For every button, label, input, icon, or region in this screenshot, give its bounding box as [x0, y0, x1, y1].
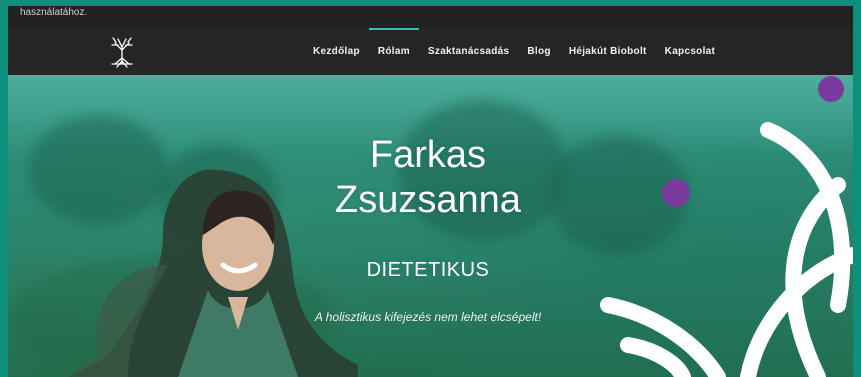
hero-banner: Farkas Zsuzsanna DIETETIKUS A holisztiku… — [8, 75, 853, 377]
main-navigation: Kezdőlap Rólam Szaktanácsadás Blog Héjak… — [304, 28, 724, 75]
nav-item-biobolt[interactable]: Héjakút Biobolt — [560, 28, 656, 75]
cookie-notice-text: használatához. — [20, 7, 88, 18]
nav-item-blog[interactable]: Blog — [518, 28, 559, 75]
decorative-dot — [818, 76, 844, 102]
hero-subtitle: DIETETIKUS — [366, 259, 490, 281]
nav-item-szaktanacsadas[interactable]: Szaktanácsadás — [419, 28, 518, 75]
decorative-dot — [662, 179, 690, 207]
home-logo-link[interactable] — [104, 34, 140, 70]
site-header: Kezdőlap Rólam Szaktanácsadás Blog Héjak… — [8, 28, 853, 75]
decorative-branch-graphic — [600, 76, 853, 377]
nav-item-kapcsolat[interactable]: Kapcsolat — [656, 28, 725, 75]
cookie-notice: használatához. — [8, 6, 853, 28]
nav-item-rolam[interactable]: Rólam — [368, 28, 419, 75]
hero-tagline: A holisztikus kifejezés nem lehet elcsép… — [314, 310, 542, 324]
nav-item-kezdolap[interactable]: Kezdőlap — [304, 28, 369, 75]
tree-logo-icon — [111, 37, 133, 68]
hero-title: Farkas Zsuzsanna — [335, 134, 521, 221]
browser-viewport: használatához. Kezdőlap Rólam Szaktanács — [8, 6, 853, 377]
